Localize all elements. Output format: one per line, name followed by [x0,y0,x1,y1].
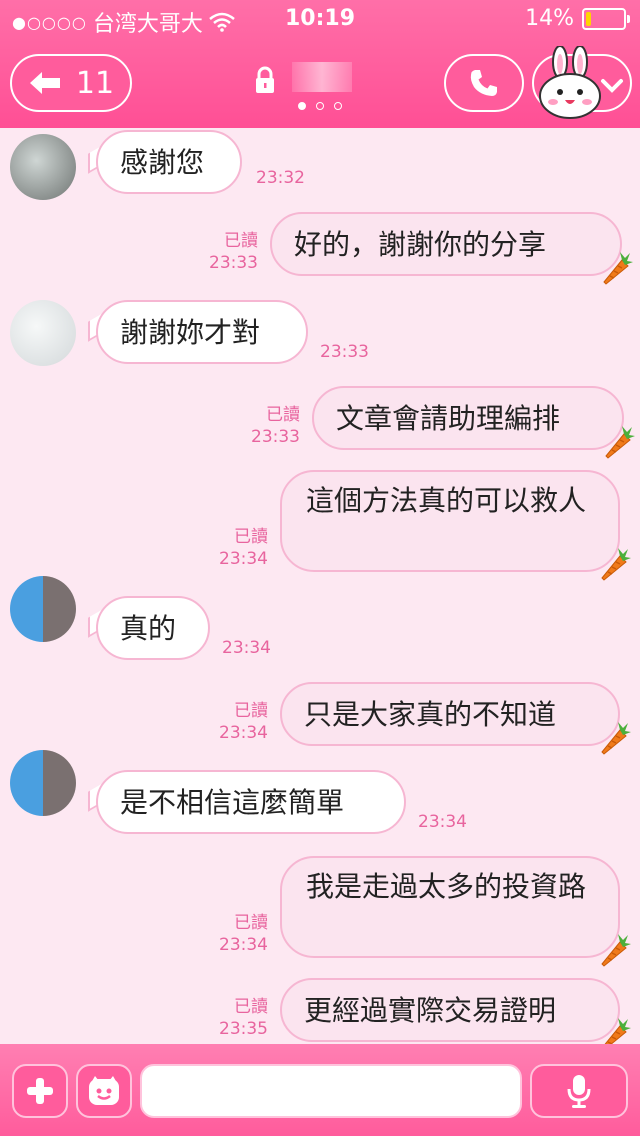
contact-avatar[interactable] [10,134,76,200]
plus-icon [27,1078,53,1104]
message-bubble-incoming[interactable]: 真的 [96,596,210,660]
message-bubble-outgoing[interactable]: 只是大家真的不知道 [280,682,620,746]
read-receipt: 已讀 [266,405,300,425]
read-receipt: 已讀 [234,701,268,721]
read-receipt: 已讀 [224,231,258,251]
emoji-button[interactable] [76,1064,132,1118]
message-bubble-outgoing[interactable]: 我是走過太多的投資路 [280,856,620,958]
page-indicator-dot [316,102,324,110]
carrot-icon [600,424,636,460]
message-time: 23:33 [209,253,258,273]
voice-message-button[interactable] [530,1064,628,1118]
chevron-down-icon[interactable] [600,78,624,94]
page-indicator-dot [334,102,342,110]
carrot-icon [596,546,632,582]
message-input-bar [0,1044,640,1136]
unread-count: 11 [75,65,115,101]
lock-icon [256,66,274,93]
contact-avatar[interactable] [10,576,76,642]
message-time: 23:34 [222,638,271,658]
rabbit-sticker-icon[interactable] [538,46,602,120]
back-arrow-icon [29,72,60,94]
message-list[interactable]: 感謝您 23:32 已讀 23:33 好的，謝謝你的分享 謝謝妳才對 23:33… [0,128,640,1044]
contact-avatar[interactable] [10,750,76,816]
message-time: 23:35 [219,1019,268,1039]
message-bubble-outgoing[interactable]: 好的，謝謝你的分享 [270,212,622,276]
message-bubble-incoming[interactable]: 是不相信這麼簡單 [96,770,406,834]
read-receipt: 已讀 [234,913,268,933]
message-time: 23:32 [256,168,305,188]
call-button[interactable] [444,54,524,112]
message-time: 23:33 [251,427,300,447]
carrot-icon [596,1016,632,1044]
message-time: 23:34 [418,812,467,832]
message-bubble-outgoing[interactable]: 更經過實際交易證明 [280,978,620,1042]
page-indicator-dot [298,102,306,110]
carrot-icon [596,932,632,968]
message-input[interactable] [140,1064,522,1118]
smiley-icon [89,1076,119,1105]
message-bubble-incoming[interactable]: 感謝您 [96,130,242,194]
chat-header: ●○○○○ 台湾大哥大 10:19 14% 11 [0,0,640,128]
message-time: 23:34 [219,723,268,743]
contact-avatar[interactable] [10,300,76,366]
message-bubble-incoming[interactable]: 謝謝妳才對 [96,300,308,364]
message-bubble-outgoing[interactable]: 文章會請助理編排 [312,386,624,450]
message-time: 23:34 [219,549,268,569]
phone-icon [470,70,497,96]
status-bar: ●○○○○ 台湾大哥大 10:19 14% [0,0,640,40]
microphone-icon [567,1075,591,1108]
read-receipt: 已讀 [234,527,268,547]
message-time: 23:34 [219,935,268,955]
read-receipt: 已讀 [234,997,268,1017]
add-attachment-button[interactable] [12,1064,68,1118]
carrot-icon [596,720,632,756]
message-time: 23:33 [320,342,369,362]
carrot-icon [598,250,634,286]
message-bubble-outgoing[interactable]: 這個方法真的可以救人 [280,470,620,572]
contact-name-redacted[interactable] [292,62,352,92]
battery-percent: 14% [525,6,574,31]
battery-icon [582,7,630,30]
battery-level [586,11,591,26]
